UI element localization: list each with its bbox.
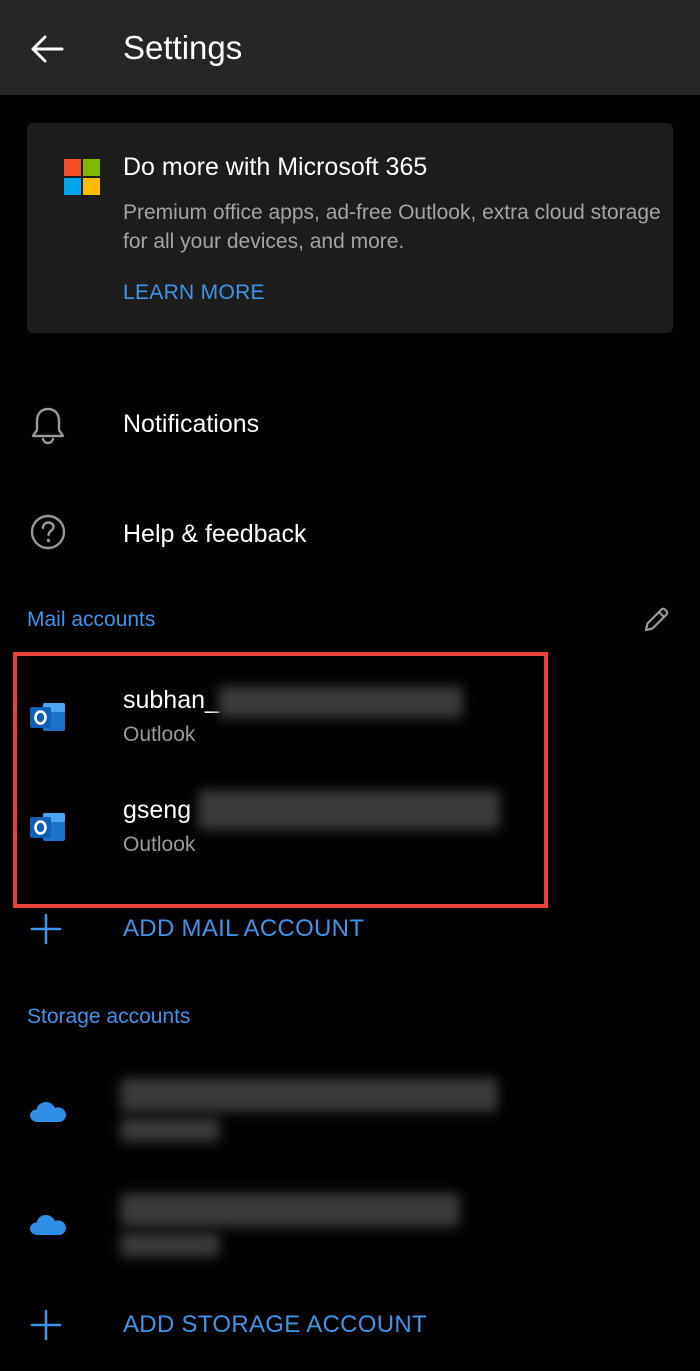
storage-account-item[interactable] [0,1185,700,1265]
app-bar: Settings [0,0,700,95]
promo-description: Premium office apps, ad-free Outlook, ex… [123,201,661,253]
learn-more-link[interactable]: LEARN MORE [123,279,265,307]
help-feedback-label: Help & feedback [123,520,307,548]
redacted-account-type [120,1118,220,1142]
highlight-annotation [13,652,548,908]
bell-icon [27,404,69,446]
arrow-left-icon [31,35,64,63]
redacted-account-name [120,1193,460,1227]
pencil-icon [644,607,669,632]
back-button[interactable] [22,24,72,74]
add-storage-account-label: ADD STORAGE ACCOUNT [123,1311,427,1338]
promo-title: Do more with Microsoft 365 [123,153,428,181]
microsoft-365-promo-card: Do more with Microsoft 365 Premium offic… [27,123,673,333]
logo-square-red [64,159,81,176]
add-mail-account-button[interactable]: ADD MAIL ACCOUNT [0,900,700,960]
logo-square-blue [64,178,81,195]
add-storage-account-button[interactable]: ADD STORAGE ACCOUNT [0,1296,700,1356]
notifications-label: Notifications [123,410,260,438]
onedrive-icon [30,1102,66,1122]
plus-icon [30,913,62,945]
redacted-account-type [120,1233,220,1257]
microsoft-logo-icon [64,159,100,195]
notifications-item[interactable]: Notifications [0,398,700,452]
onedrive-icon [30,1215,66,1235]
plus-icon [30,1309,62,1341]
edit-accounts-button[interactable] [638,602,674,638]
storage-account-item[interactable] [0,1070,700,1150]
logo-square-green [83,159,100,176]
add-mail-account-label: ADD MAIL ACCOUNT [123,915,365,942]
help-circle-icon [27,511,69,553]
redacted-account-name [120,1078,498,1112]
logo-square-yellow [83,178,100,195]
storage-accounts-header: Storage accounts [27,1005,191,1028]
mail-accounts-header: Mail accounts [27,608,156,631]
page-title: Settings [123,29,243,66]
help-feedback-item[interactable]: Help & feedback [0,506,700,560]
